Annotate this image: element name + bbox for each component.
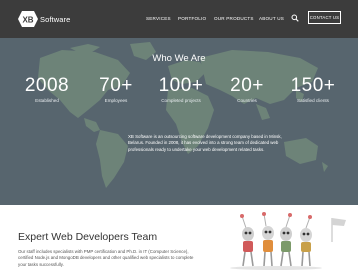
nav-item-services[interactable]: SERVICES: [146, 16, 171, 21]
site-header: XB Software SERVICES PORTFOLIO OUR PRODU…: [0, 0, 358, 38]
nav-item-our-products[interactable]: OUR PRODUCTS: [214, 16, 254, 21]
stat-satisfied-clients: 150+ Satisfied clients: [278, 75, 348, 103]
logo-icon: XB: [18, 11, 38, 27]
nav-item-about-us[interactable]: ABOUT US: [259, 16, 284, 21]
logo[interactable]: XB Software: [18, 10, 70, 28]
stat-label: Satisfied clients: [297, 98, 329, 103]
stat-label: Established: [35, 98, 59, 103]
section-title: Who We Are: [152, 53, 206, 64]
stat-value: 20+: [230, 75, 264, 96]
search-icon[interactable]: [291, 14, 299, 22]
stat-value: 150+: [290, 75, 336, 96]
stat-label: Countries: [237, 98, 257, 103]
who-we-are-section: Who We Are 2008 Established 70+ Employee…: [0, 38, 358, 205]
stat-employees: 70+ Employees: [81, 75, 151, 103]
nav-item-portfolio[interactable]: PORTFOLIO: [178, 16, 206, 21]
robot-mascots-illustration: [230, 212, 346, 270]
stat-value: 70+: [99, 75, 133, 96]
company-description: XB Software is an outsourcing software d…: [128, 134, 282, 152]
stat-completed-projects: 100+ Completed projects: [146, 75, 216, 103]
contact-us-button[interactable]: CONTACT US: [308, 11, 341, 24]
stat-label: Employees: [104, 98, 128, 103]
stat-value: 100+: [158, 75, 204, 96]
logo-mark-text: XB: [22, 16, 33, 25]
stat-established: 2008 Established: [12, 75, 82, 103]
stat-value: 2008: [24, 75, 70, 96]
team-section-title: Expert Web Developers Team: [18, 231, 158, 243]
stat-countries: 20+ Countries: [212, 75, 282, 103]
stat-label: Completed projects: [161, 98, 201, 103]
team-description: Our staff includes specialists with PMP …: [18, 249, 194, 267]
logo-text: Software: [40, 14, 71, 24]
